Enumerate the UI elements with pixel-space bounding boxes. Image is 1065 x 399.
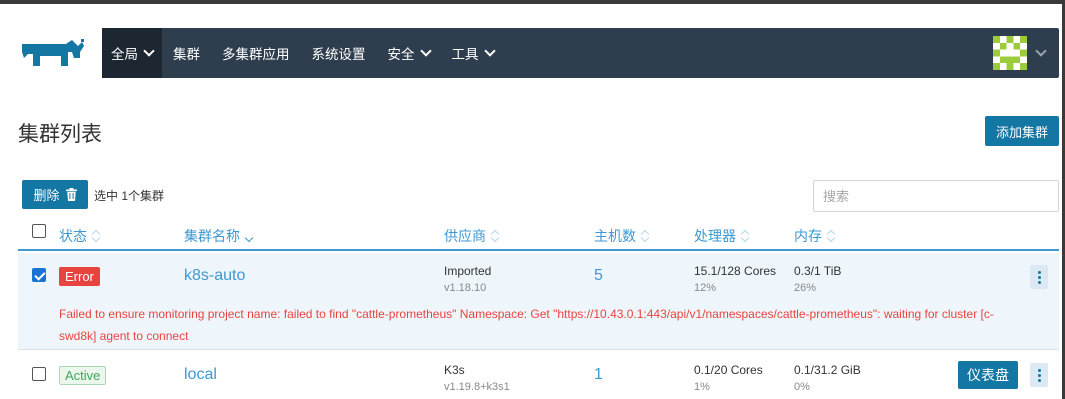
user-menu-chevron-icon[interactable]: [1035, 45, 1047, 57]
nav-security[interactable]: 安全: [377, 28, 441, 78]
cpu-percent: 12%: [694, 282, 717, 294]
column-header-cpu-label: 处理器: [694, 228, 736, 244]
memory-usage: 0.3/1 TiB: [794, 264, 842, 278]
chevron-down-icon: [419, 44, 432, 57]
window-top-border: [0, 0, 1065, 4]
search-input[interactable]: [813, 180, 1059, 212]
column-header-state[interactable]: 状态: [59, 226, 101, 246]
dashboard-button[interactable]: 仪表盘: [958, 361, 1018, 389]
cluster-name-link[interactable]: k8s-auto: [184, 267, 245, 285]
nav-global-label: 全局: [111, 47, 138, 62]
nav-multi-cluster-apps[interactable]: 多集群应用: [211, 28, 301, 78]
chevron-down-icon: [143, 44, 155, 57]
status-badge: Error: [59, 267, 100, 286]
chevron-down-icon: [483, 44, 496, 57]
column-header-nodes-label: 主机数: [594, 228, 636, 244]
select-all-checkbox[interactable]: [32, 224, 46, 238]
memory-percent: 26%: [794, 282, 817, 294]
nav-global[interactable]: 全局: [102, 28, 162, 78]
nav-multi-cluster-apps-label: 多集群应用: [222, 47, 290, 62]
memory-percent: 0%: [794, 381, 810, 393]
node-count-link[interactable]: 5: [594, 267, 603, 285]
column-header-provider[interactable]: 供应商: [444, 226, 500, 246]
nav-tools[interactable]: 工具: [441, 28, 505, 78]
column-header-state-label: 状态: [59, 228, 87, 244]
sort-icon: [740, 229, 750, 243]
add-cluster-button[interactable]: 添加集群: [985, 116, 1059, 146]
user-avatar[interactable]: [993, 36, 1027, 70]
cpu-usage: 15.1/128 Cores: [694, 264, 777, 278]
table-header: 状态 集群名称 供应商 主机数 处理器 内存: [18, 220, 1059, 251]
cpu-usage: 0.1/20 Cores: [694, 363, 763, 377]
table-row[interactable]: Error k8s-auto Imported v1.18.10 5 15.1/…: [18, 253, 1059, 350]
status-badge: Active: [59, 366, 107, 385]
error-message: Failed to ensure monitoring project name…: [59, 307, 994, 343]
column-header-name-label: 集群名称: [184, 228, 240, 244]
nav-tools-label: 工具: [451, 47, 479, 62]
selection-count: 选中 1个集群: [94, 189, 165, 203]
main-nav: 全局 集群 多集群应用 系统设置 安全 工具: [102, 28, 505, 78]
provider-version: v1.18.10: [444, 282, 487, 294]
provider-name: Imported: [444, 264, 492, 278]
top-nav-bar: 全局 集群 多集群应用 系统设置 安全 工具: [18, 28, 1059, 78]
cluster-name-link[interactable]: local: [184, 366, 217, 384]
sort-icon: [826, 229, 836, 243]
delete-button[interactable]: 删除: [22, 180, 88, 209]
sort-icon: [490, 229, 500, 243]
provider-version: v1.19.8+k3s1: [444, 381, 510, 393]
row-checkbox[interactable]: [32, 367, 46, 381]
column-header-provider-label: 供应商: [444, 228, 486, 244]
trash-icon: [65, 188, 77, 201]
provider-name: K3s: [444, 363, 465, 377]
nav-security-label: 安全: [387, 47, 415, 62]
page-title: 集群列表: [18, 123, 102, 146]
column-header-memory[interactable]: 内存: [794, 226, 836, 246]
rancher-logo[interactable]: [18, 28, 102, 78]
sort-icon: [91, 229, 101, 243]
nav-settings[interactable]: 系统设置: [301, 28, 377, 78]
column-header-memory-label: 内存: [794, 228, 822, 244]
nav-clusters[interactable]: 集群: [162, 28, 211, 78]
column-header-cpu[interactable]: 处理器: [694, 226, 750, 246]
delete-button-label: 删除: [33, 188, 60, 203]
sort-icon: [640, 229, 650, 243]
row-actions-menu[interactable]: [1030, 265, 1048, 289]
nav-clusters-label: 集群: [173, 47, 200, 62]
column-header-name[interactable]: 集群名称: [184, 226, 254, 246]
column-header-nodes[interactable]: 主机数: [594, 226, 650, 246]
sort-desc-icon: [244, 231, 254, 243]
row-actions-menu[interactable]: [1030, 363, 1048, 387]
cpu-percent: 1%: [694, 381, 710, 393]
memory-usage: 0.1/31.2 GiB: [794, 363, 861, 377]
row-checkbox[interactable]: [32, 268, 46, 282]
table-row[interactable]: Active local K3s v1.19.8+k3s1 1 0.1/20 C…: [18, 351, 1059, 399]
node-count-link[interactable]: 1: [594, 366, 603, 384]
nav-settings-label: 系统设置: [311, 47, 366, 62]
